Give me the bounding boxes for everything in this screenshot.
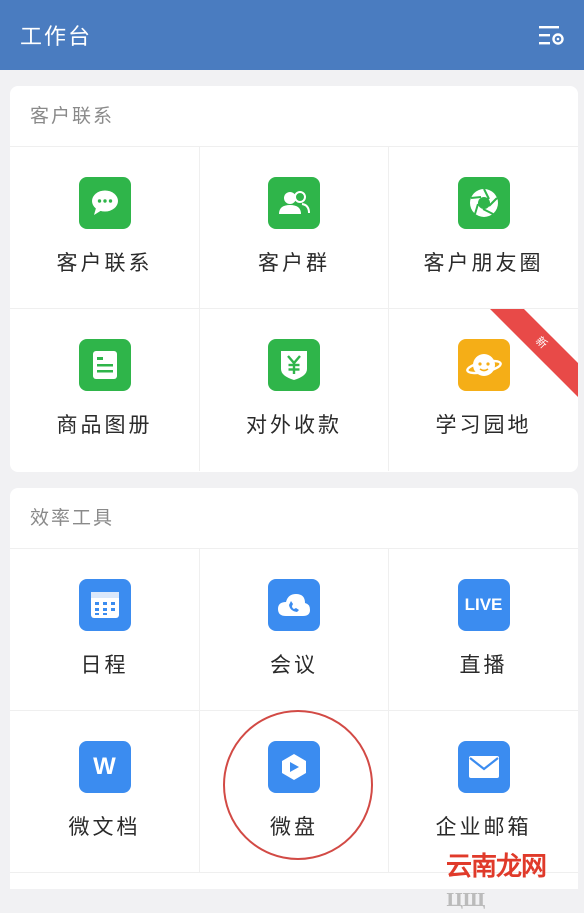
drive-icon	[268, 741, 320, 793]
chat-bubble-icon	[78, 177, 131, 229]
list-settings-icon[interactable]	[536, 19, 568, 51]
app-live[interactable]: LIVE 直播	[389, 549, 578, 711]
watermark-suffix: ЦЩ	[446, 890, 486, 911]
section-title: 效率工具	[10, 488, 578, 549]
app-label: 微盘	[270, 815, 318, 839]
app-micro-drive[interactable]: 微盘	[200, 711, 389, 873]
app-label: 企业邮箱	[435, 815, 532, 839]
page-title: 工作台	[20, 25, 93, 50]
app-learning-garden[interactable]: 新 学习园地	[389, 309, 578, 471]
app-customer-moments[interactable]: 客户朋友圈	[389, 147, 578, 309]
app-label: 微文档	[68, 815, 141, 839]
app-label: 商品图册	[56, 413, 153, 437]
yuan-shield-icon	[268, 339, 320, 391]
catalog-icon	[78, 339, 131, 391]
app-external-payment[interactable]: 对外收款	[200, 309, 389, 471]
app-customer-contact[interactable]: 客户联系	[10, 147, 200, 309]
new-badge: 新	[488, 309, 578, 399]
app-label: 客户朋友圈	[423, 251, 544, 275]
section-title: 客户联系	[10, 86, 578, 147]
app-product-catalog[interactable]: 商品图册	[10, 309, 200, 471]
app-label: 对外收款	[246, 413, 342, 437]
new-badge-text: 新	[488, 309, 578, 399]
app-label: 学习园地	[435, 413, 532, 437]
doc-w-icon: W	[78, 741, 131, 793]
group-icon	[268, 177, 320, 229]
aperture-icon	[457, 177, 510, 229]
app-micro-doc[interactable]: W 微文档	[10, 711, 200, 873]
top-bar: 工作台	[0, 0, 584, 70]
app-label: 会议	[270, 653, 318, 677]
calendar-icon	[78, 579, 131, 631]
app-customer-group[interactable]: 客户群	[200, 147, 389, 309]
app-label: 客户联系	[56, 251, 153, 275]
app-meeting[interactable]: 会议	[200, 549, 389, 711]
mail-icon	[457, 741, 510, 793]
watermark: 云南龙网 ЦЩ	[446, 846, 584, 913]
live-icon-text: LIVE	[464, 595, 503, 614]
live-icon: LIVE	[457, 579, 510, 631]
app-label: 客户群	[258, 251, 330, 275]
customer-contact-section: 客户联系 客户联系 客户群 客户朋友圈 商品图册 对外收款 新 学习园地	[10, 86, 578, 472]
app-schedule[interactable]: 日程	[10, 549, 200, 711]
app-label: 直播	[459, 653, 508, 677]
cloud-phone-icon	[268, 579, 320, 631]
app-label: 日程	[80, 653, 129, 677]
watermark-text: 云南龙网	[446, 852, 547, 882]
doc-w-icon-text: W	[93, 753, 116, 780]
efficiency-tools-section: 效率工具 日程 会议 LIVE 直播 W 微文档 微盘 企业邮箱	[10, 488, 578, 889]
